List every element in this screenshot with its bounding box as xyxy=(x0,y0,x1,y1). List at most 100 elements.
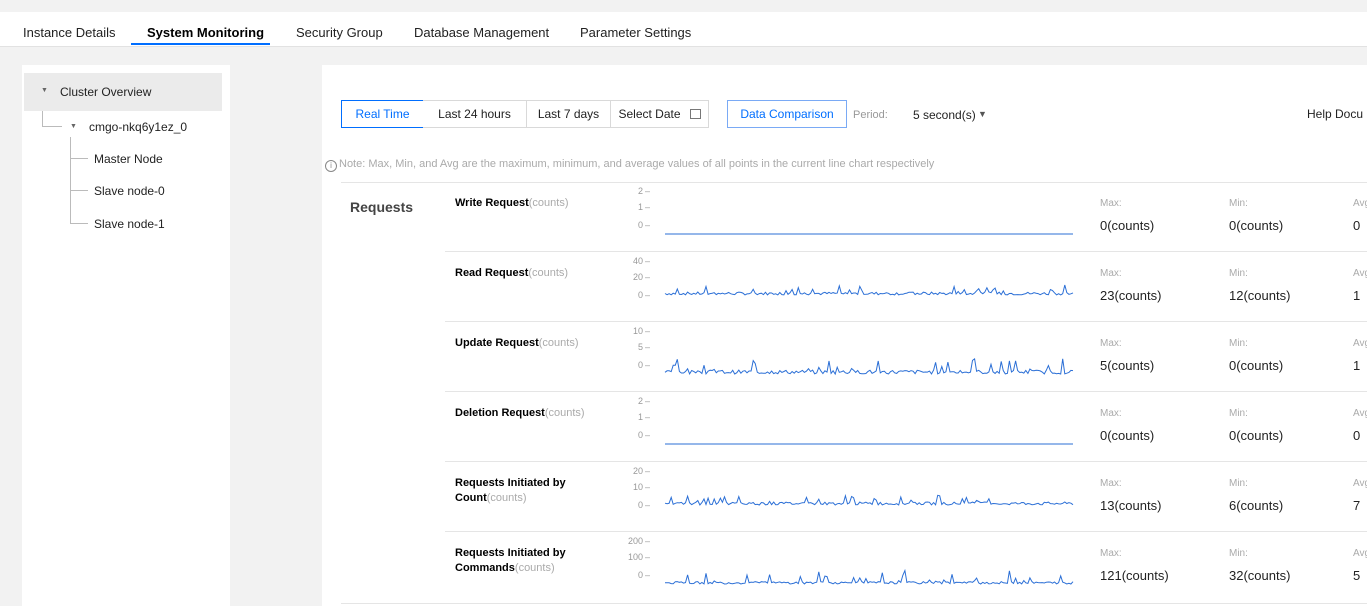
metric-line-chart[interactable] xyxy=(662,260,1076,312)
y-tick-label: 1 xyxy=(637,412,643,422)
tree-connector xyxy=(70,137,71,223)
active-tab-indicator xyxy=(131,43,270,45)
sidebar: ▼ Cluster Overview ▼ cmgo-nkq6y1ez_0 Mas… xyxy=(22,65,230,606)
series-line xyxy=(664,568,1074,585)
calendar-icon xyxy=(689,109,701,119)
y-tick-label: 0 xyxy=(637,290,643,300)
dropdown-arrow-icon[interactable]: ▼ xyxy=(978,109,987,119)
caret-down-icon[interactable]: ▼ xyxy=(41,87,48,94)
tab-bar: Instance Details System Monitoring Secur… xyxy=(0,12,1367,47)
min-label: Min: xyxy=(1229,408,1248,419)
tab-instance-details[interactable]: Instance Details xyxy=(23,25,116,40)
metric-line-chart[interactable] xyxy=(662,540,1076,592)
y-tick-mark: – xyxy=(645,500,651,510)
metric-title: Update Request xyxy=(455,337,539,349)
tree-item-slave-node-0[interactable]: Slave node-0 xyxy=(94,184,165,198)
y-tick-label: 2 xyxy=(637,396,643,406)
note-label: Note: Max, Min, and Avg are the maximum,… xyxy=(339,158,935,170)
last-24-hours-button[interactable]: Last 24 hours xyxy=(423,100,527,128)
tree-item-master-node[interactable]: Master Node xyxy=(94,152,163,166)
y-tick-mark: – xyxy=(645,290,651,300)
max-label: Max: xyxy=(1100,268,1122,279)
max-value: 0(counts) xyxy=(1100,218,1155,233)
period-select[interactable]: 5 second(s) xyxy=(913,108,976,122)
avg-value: 1 xyxy=(1353,288,1361,303)
y-tick-mark: – xyxy=(645,186,651,196)
y-tick-mark: – xyxy=(645,326,651,336)
max-value: 5(counts) xyxy=(1100,358,1155,373)
metric-row: Requests Initiated by Count(counts) 20–10… xyxy=(445,462,1367,532)
metric-title: Deletion Request xyxy=(455,407,545,419)
help-docs-link[interactable]: Help Docu xyxy=(1307,107,1363,121)
y-tick-label: 5 xyxy=(637,342,643,352)
min-value: 0(counts) xyxy=(1229,218,1284,233)
avg-label: Avg: xyxy=(1353,268,1367,279)
avg-value: 0 xyxy=(1353,218,1361,233)
max-label: Max: xyxy=(1100,548,1122,559)
last-7-days-button[interactable]: Last 7 days xyxy=(527,100,611,128)
avg-label: Avg: xyxy=(1353,338,1367,349)
max-value: 23(counts) xyxy=(1100,288,1162,303)
metric-row: Write Request(counts) 2–1–0– Max: 0(counts)… xyxy=(445,182,1367,252)
y-tick-mark: – xyxy=(645,536,651,546)
max-label: Max: xyxy=(1100,338,1122,349)
y-tick-mark: – xyxy=(645,396,651,406)
metric-row: Requests Initiated by Commands(counts) 20… xyxy=(445,532,1367,602)
select-date-button[interactable]: Select Date xyxy=(611,100,709,128)
real-time-button[interactable]: Real Time xyxy=(341,100,424,128)
min-label: Min: xyxy=(1229,478,1248,489)
select-date-label: Select Date xyxy=(618,107,681,121)
y-tick-mark: – xyxy=(645,570,651,580)
tree-item-cluster[interactable]: cmgo-nkq6y1ez_0 xyxy=(89,120,187,134)
y-tick-label: 0 xyxy=(637,570,643,580)
metric-name: Update Request(counts) xyxy=(455,336,605,351)
min-value: 32(counts) xyxy=(1229,568,1291,583)
y-tick-label: 0 xyxy=(637,360,643,370)
y-tick-mark: – xyxy=(645,272,651,282)
min-value: 6(counts) xyxy=(1229,498,1284,513)
y-tick-label: 0 xyxy=(637,430,643,440)
note-text: i Note: Max, Min, and Avg are the maximum… xyxy=(325,158,934,172)
group-label-requests: Requests xyxy=(350,199,414,215)
y-tick-label: 2 xyxy=(637,186,643,196)
series-line xyxy=(664,284,1074,296)
series-line xyxy=(664,358,1074,376)
min-label: Min: xyxy=(1229,548,1248,559)
y-tick-label: 40 xyxy=(632,256,643,266)
tree-item-slave-node-1[interactable]: Slave node-1 xyxy=(94,217,165,231)
y-tick-label: 10 xyxy=(632,482,643,492)
max-label: Max: xyxy=(1100,478,1122,489)
y-tick-label: 0 xyxy=(637,500,643,510)
tree-item-cluster-overview[interactable]: ▼ Cluster Overview xyxy=(24,73,222,111)
y-tick-mark: – xyxy=(645,342,651,352)
min-label: Min: xyxy=(1229,338,1248,349)
metric-unit: (counts) xyxy=(544,407,585,419)
data-comparison-button[interactable]: Data Comparison xyxy=(727,100,847,128)
metric-unit: (counts) xyxy=(486,492,527,504)
tab-security-group[interactable]: Security Group xyxy=(296,25,383,40)
tree-connector xyxy=(42,126,62,127)
metric-unit: (counts) xyxy=(538,337,579,349)
tab-system-monitoring[interactable]: System Monitoring xyxy=(147,25,264,40)
metric-unit: (counts) xyxy=(528,267,569,279)
metric-line-chart[interactable] xyxy=(662,470,1076,522)
tab-database-management[interactable]: Database Management xyxy=(414,25,549,40)
y-tick-label: 20 xyxy=(632,466,643,476)
avg-value: 7 xyxy=(1353,498,1361,513)
metric-line-chart[interactable] xyxy=(662,330,1076,382)
tree-connector xyxy=(70,223,88,224)
metric-line-chart[interactable] xyxy=(662,400,1076,452)
y-tick-label: 1 xyxy=(637,202,643,212)
tree-connector xyxy=(70,190,88,191)
metric-line-chart[interactable] xyxy=(662,190,1076,242)
caret-down-icon[interactable]: ▼ xyxy=(70,123,77,130)
y-tick-label: 0 xyxy=(637,220,643,230)
metric-name: Requests Initiated by Commands(counts) xyxy=(455,546,605,576)
avg-label: Avg: xyxy=(1353,198,1367,209)
metric-title: Write Request xyxy=(455,197,529,209)
max-label: Max: xyxy=(1100,198,1122,209)
y-tick-label: 10 xyxy=(632,326,643,336)
min-value: 0(counts) xyxy=(1229,428,1284,443)
tab-parameter-settings[interactable]: Parameter Settings xyxy=(580,25,691,40)
tree-connector xyxy=(42,111,43,126)
